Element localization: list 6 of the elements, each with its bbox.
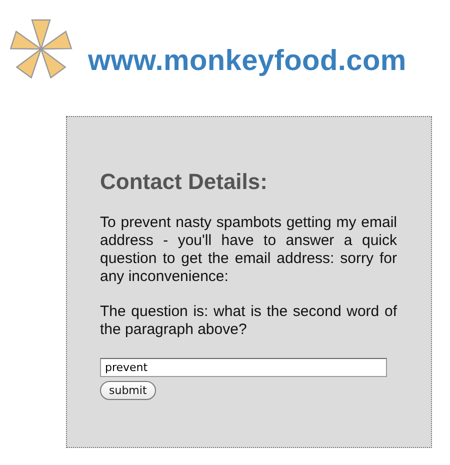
site-url: www.monkeyfood.com (88, 45, 406, 79)
paragraph: To prevent nasty spambots getting my email address - you'll have to answer a quick question to get the email address: sorry for any inconvenience: (100, 214, 397, 286)
paragraph: The question is: what is the second word of the paragraph above? (100, 303, 397, 339)
answer-field[interactable]: prevent (100, 358, 387, 377)
submit-button[interactable]: submit (100, 381, 156, 400)
contact-heading: Contact Details: (100, 169, 268, 195)
